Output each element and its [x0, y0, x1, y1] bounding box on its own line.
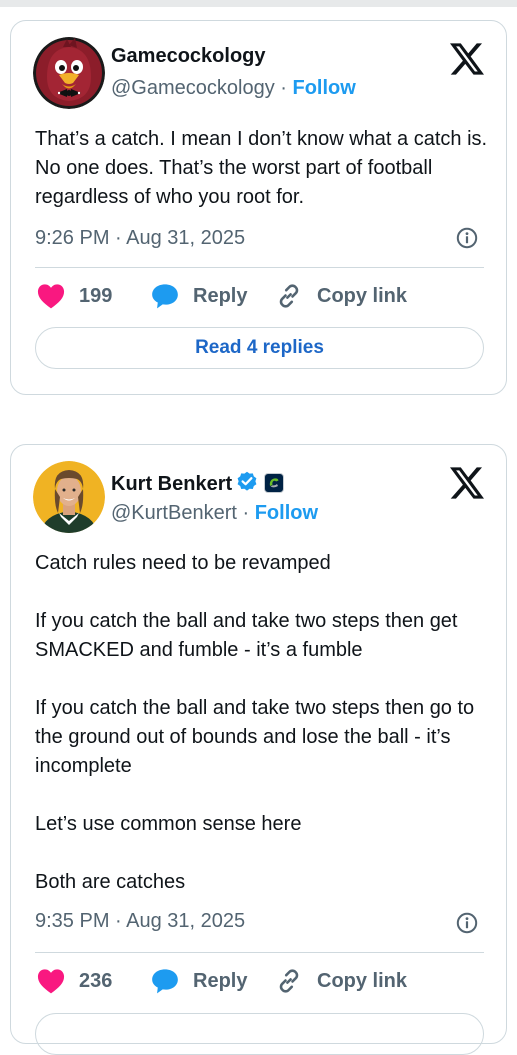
- author-avatar[interactable]: [33, 461, 105, 533]
- tweet-card[interactable]: Gamecockology @Gamecockology · Follow Th…: [10, 20, 507, 395]
- divider: [35, 267, 484, 268]
- handle-separator: ·: [242, 502, 250, 524]
- tweet-card[interactable]: Kurt Benkert @KurtBenkert · Follow Catch…: [10, 444, 507, 1055]
- author-handle[interactable]: @Gamecockology: [111, 77, 275, 99]
- tweet-actions: 199 Reply Copy link: [35, 281, 495, 311]
- info-icon[interactable]: [456, 912, 478, 934]
- link-icon: [279, 284, 299, 308]
- reply-label: Reply: [193, 284, 248, 307]
- read-replies-button[interactable]: Read 4 replies: [35, 327, 484, 369]
- tweet-paragraph: Let’s use common sense here: [35, 813, 302, 835]
- like-count: 236: [79, 969, 113, 992]
- verified-badge-icon: [237, 471, 257, 491]
- x-logo-icon[interactable]: [450, 467, 484, 499]
- author-handle[interactable]: @KurtBenkert: [111, 502, 237, 524]
- tweet-timestamp[interactable]: 9:35 PM · Aug 31, 2025: [35, 910, 245, 933]
- author-avatar[interactable]: [33, 37, 105, 109]
- copy-link-button[interactable]: Copy link: [275, 966, 407, 996]
- tweet-actions: 236 Reply Copy link: [35, 966, 495, 996]
- tweet-timestamp[interactable]: 9:26 PM · Aug 31, 2025: [35, 227, 245, 250]
- author-handle-line: @KurtBenkert · Follow: [111, 502, 318, 525]
- tweet-text: Catch rules need to be revamped If you c…: [35, 549, 495, 897]
- top-edge-bar: [0, 0, 517, 7]
- divider: [35, 952, 484, 953]
- tweet-paragraph: Catch rules need to be revamped: [35, 552, 331, 574]
- tweet-paragraph: If you catch the ball and take two steps…: [35, 697, 475, 777]
- reply-bubble-icon: [152, 284, 178, 309]
- like-button[interactable]: 199: [37, 281, 112, 311]
- tweet-paragraph: If you catch the ball and take two steps…: [35, 610, 458, 661]
- tweet-paragraph: Both are catches: [35, 871, 186, 893]
- info-icon[interactable]: [456, 227, 478, 249]
- author-name[interactable]: Gamecockology: [111, 45, 266, 68]
- x-logo-icon[interactable]: [450, 43, 484, 75]
- copy-link-button[interactable]: Copy link: [275, 281, 407, 311]
- read-replies-button[interactable]: [35, 1013, 484, 1055]
- like-button[interactable]: 236: [37, 966, 112, 996]
- tweet-text: That’s a catch. I mean I don’t know what…: [35, 125, 495, 212]
- tweet-paragraph: That’s a catch. I mean I don’t know what…: [35, 128, 488, 208]
- follow-button[interactable]: Follow: [255, 502, 318, 524]
- reply-button[interactable]: Reply: [151, 966, 247, 996]
- link-icon: [279, 969, 299, 993]
- reply-label: Reply: [193, 969, 248, 992]
- handle-separator: ·: [280, 77, 287, 99]
- author-name-line: Kurt Benkert: [111, 471, 285, 496]
- heart-icon: [37, 969, 65, 994]
- copy-link-label: Copy link: [317, 284, 408, 307]
- copy-link-label: Copy link: [317, 969, 408, 992]
- reply-button[interactable]: Reply: [151, 281, 247, 311]
- like-count: 199: [79, 284, 113, 307]
- author-name[interactable]: Kurt Benkert: [111, 473, 232, 495]
- author-handle-line: @Gamecockology · Follow: [111, 77, 356, 100]
- affiliate-badge-icon[interactable]: [264, 473, 285, 493]
- reply-bubble-icon: [152, 969, 178, 994]
- follow-button[interactable]: Follow: [293, 77, 356, 99]
- heart-icon: [37, 284, 65, 309]
